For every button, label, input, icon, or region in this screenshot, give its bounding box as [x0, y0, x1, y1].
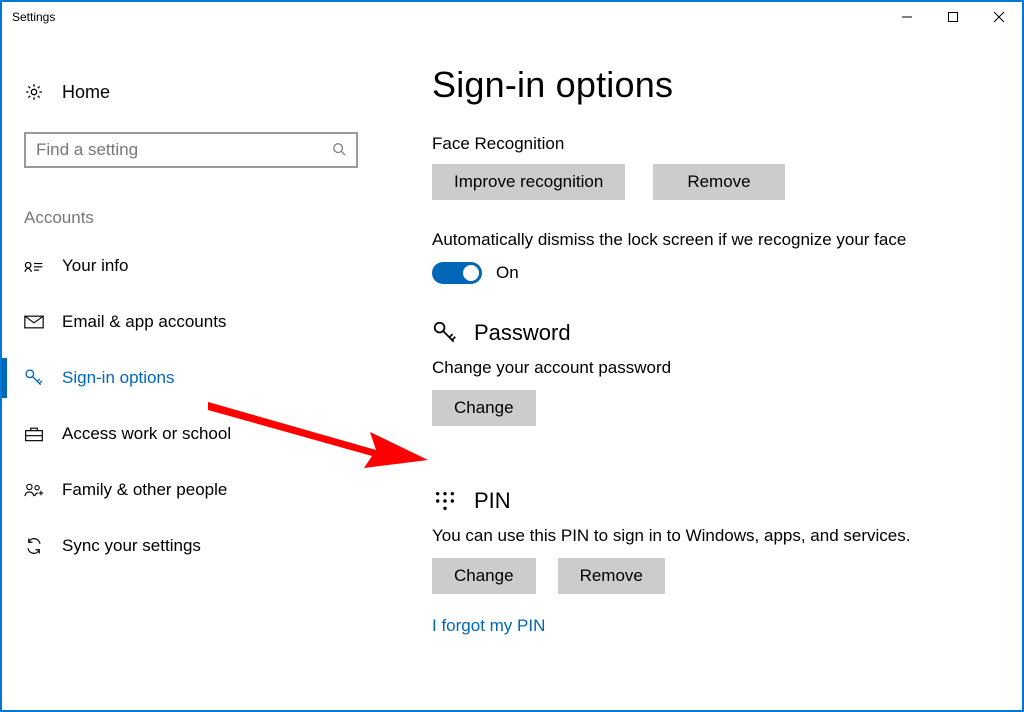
nav-item-your-info[interactable]: Your info	[2, 238, 380, 294]
nav-panel: Home Accounts	[2, 32, 380, 710]
pin-section-header: PIN	[432, 488, 998, 514]
face-auto-dismiss-toggle[interactable]	[432, 262, 482, 284]
search-input[interactable]	[36, 140, 332, 160]
improve-recognition-button[interactable]: Improve recognition	[432, 164, 625, 200]
remove-pin-button[interactable]: Remove	[558, 558, 665, 594]
settings-window: Settings Home	[0, 0, 1024, 712]
nav-section-label: Accounts	[24, 208, 380, 228]
nav-home-label: Home	[62, 82, 110, 103]
nav-item-label: Sign-in options	[62, 368, 174, 388]
titlebar: Settings	[2, 2, 1022, 32]
remove-face-button[interactable]: Remove	[653, 164, 784, 200]
sync-icon	[24, 536, 44, 556]
minimize-button[interactable]	[884, 2, 930, 32]
person-card-icon	[24, 256, 44, 276]
pin-pad-icon	[432, 488, 458, 514]
face-heading: Face Recognition	[432, 134, 998, 154]
nav-item-family[interactable]: Family & other people	[2, 462, 380, 518]
nav-home[interactable]: Home	[2, 72, 380, 112]
caption-buttons	[884, 2, 1022, 32]
key-icon	[432, 320, 458, 346]
briefcase-icon	[24, 424, 44, 444]
close-button[interactable]	[976, 2, 1022, 32]
password-heading: Password	[474, 320, 571, 346]
change-pin-button[interactable]: Change	[432, 558, 536, 594]
password-section-header: Password	[432, 320, 998, 346]
nav-item-label: Email & app accounts	[62, 312, 226, 332]
gear-icon	[24, 82, 44, 102]
nav-item-label: Sync your settings	[62, 536, 201, 556]
nav-item-email[interactable]: Email & app accounts	[2, 294, 380, 350]
forgot-pin-link[interactable]: I forgot my PIN	[432, 616, 998, 636]
change-password-button[interactable]: Change	[432, 390, 536, 426]
people-icon	[24, 480, 44, 500]
page-title: Sign-in options	[432, 64, 998, 106]
nav-item-sign-in[interactable]: Sign-in options	[2, 350, 380, 406]
window-title: Settings	[12, 10, 55, 24]
mail-icon	[24, 312, 44, 332]
search-icon	[332, 142, 346, 159]
key-icon	[24, 368, 44, 388]
maximize-button[interactable]	[930, 2, 976, 32]
face-auto-dismiss-text: Automatically dismiss the lock screen if…	[432, 230, 998, 250]
nav-item-work-school[interactable]: Access work or school	[2, 406, 380, 462]
nav-item-label: Family & other people	[62, 480, 227, 500]
password-desc: Change your account password	[432, 358, 998, 378]
search-box[interactable]	[24, 132, 358, 168]
nav-item-label: Your info	[62, 256, 128, 276]
pin-desc: You can use this PIN to sign in to Windo…	[432, 526, 998, 546]
nav-item-label: Access work or school	[62, 424, 231, 444]
toggle-state-label: On	[496, 263, 519, 283]
nav-item-sync[interactable]: Sync your settings	[2, 518, 380, 574]
pin-heading: PIN	[474, 488, 511, 514]
content-panel: Sign-in options Face Recognition Improve…	[380, 32, 1022, 710]
